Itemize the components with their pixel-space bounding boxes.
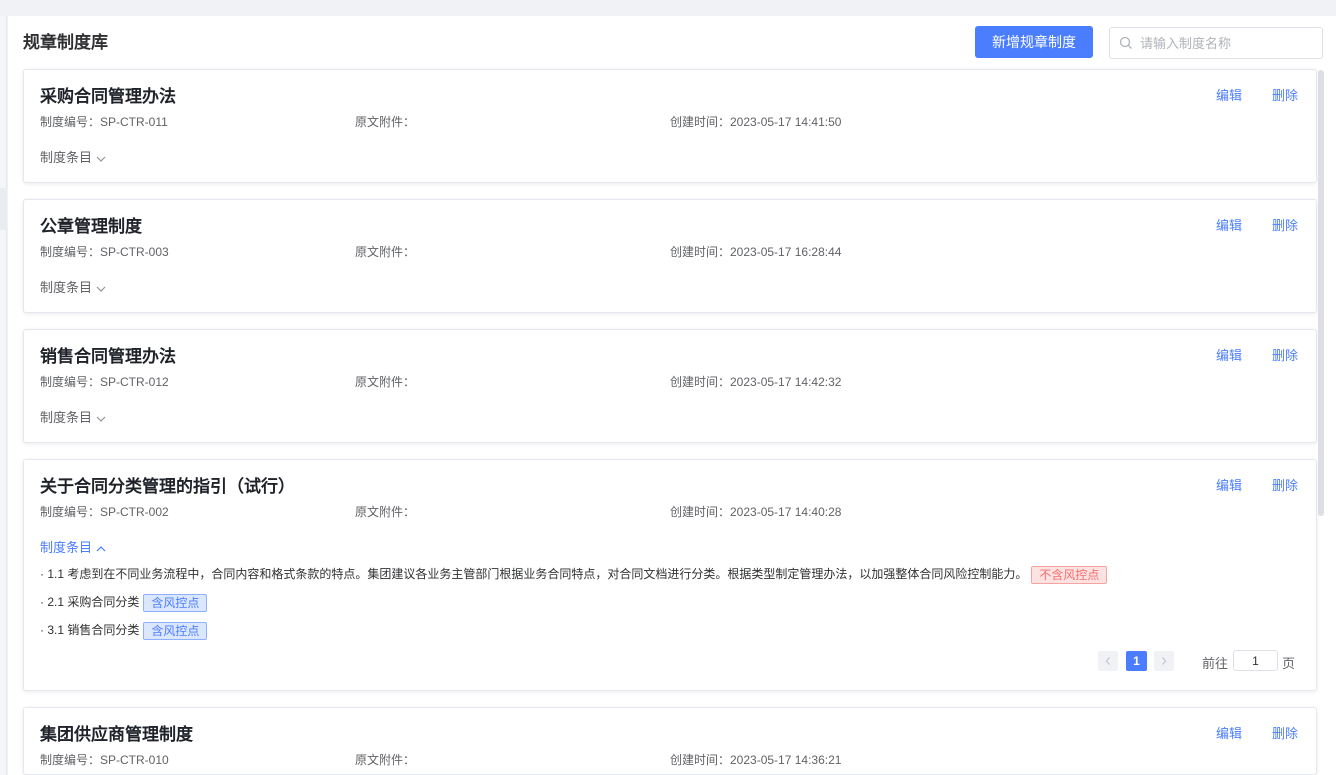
regulation-title: 关于合同分类管理的指引（试行） [40, 477, 295, 496]
side-nav-active-mark [0, 188, 7, 230]
delete-link[interactable]: 删除 [1272, 726, 1298, 742]
delete-link[interactable]: 删除 [1272, 478, 1298, 494]
goto-unit: 页 [1282, 656, 1296, 671]
regulation-attachment: 原文附件： [355, 375, 416, 389]
regulation-item: · 1.1 考虑到在不同业务流程中，合同内容和格式条款的特点。集团建议各业务主管… [40, 565, 1108, 584]
regulation-created-time: 创建时间：2023-05-17 14:36:21 [670, 753, 842, 767]
prev-page-button[interactable] [1098, 651, 1118, 671]
regulation-card-expanded: 关于合同分类管理的指引（试行） 制度编号：SP-CTR-002 原文附件： 创建… [23, 459, 1317, 691]
items-toggle-label: 制度条目 [40, 540, 93, 555]
regulation-created-time: 创建时间：2023-05-17 14:41:50 [670, 115, 842, 129]
regulation-title: 公章管理制度 [40, 217, 142, 236]
regulation-code: 制度编号：SP-CTR-012 [40, 375, 169, 389]
chevron-down-icon [96, 156, 106, 162]
delete-link[interactable]: 删除 [1272, 218, 1298, 234]
regulation-card: 集团供应商管理制度 制度编号：SP-CTR-010 原文附件： 创建时间：202… [23, 707, 1317, 775]
regulation-card: 采购合同管理办法 制度编号：SP-CTR-011 原文附件： 创建时间：2023… [23, 69, 1317, 183]
chevron-down-icon [96, 286, 106, 292]
regulation-created-time: 创建时间：2023-05-17 14:42:32 [670, 375, 842, 389]
goto-page-input[interactable] [1233, 650, 1278, 671]
delete-link[interactable]: 删除 [1272, 88, 1298, 104]
regulation-attachment: 原文附件： [355, 115, 416, 129]
items-toggle-label: 制度条目 [40, 150, 93, 165]
regulation-title: 集团供应商管理制度 [40, 725, 193, 744]
goto-label: 前往 [1202, 656, 1229, 671]
items-toggle[interactable]: 制度条目 [40, 280, 106, 296]
risk-point-tag: 含风控点 [143, 593, 208, 612]
search-input[interactable] [1140, 28, 1320, 58]
items-toggle[interactable]: 制度条目 [40, 410, 106, 426]
regulation-item-text: · 2.1 采购合同分类 [40, 595, 140, 609]
search-icon [1119, 36, 1132, 49]
regulation-code: 制度编号：SP-CTR-002 [40, 505, 169, 519]
regulation-created-time: 创建时间：2023-05-17 14:40:28 [670, 505, 842, 519]
regulation-title: 销售合同管理办法 [40, 347, 176, 366]
search-box[interactable] [1109, 27, 1323, 59]
chevron-left-icon [1105, 657, 1110, 665]
delete-link[interactable]: 删除 [1272, 348, 1298, 364]
edit-link[interactable]: 编辑 [1216, 88, 1242, 104]
regulation-created-time: 创建时间：2023-05-17 16:28:44 [670, 245, 842, 259]
chevron-up-icon [96, 545, 106, 551]
regulation-item-text: · 1.1 考虑到在不同业务流程中，合同内容和格式条款的特点。集团建议各业务主管… [40, 567, 1028, 581]
side-nav-strip [0, 16, 7, 775]
regulation-code: 制度编号：SP-CTR-011 [40, 115, 168, 129]
chevron-down-icon [96, 416, 106, 422]
regulation-attachment: 原文附件： [355, 245, 416, 259]
next-page-button[interactable] [1154, 651, 1174, 671]
main-panel: 规章制度库 新增规章制度 采购合同管理办法 制度编号：SP-CTR-011 原文… [8, 16, 1336, 775]
items-toggle[interactable]: 制度条目 [40, 150, 106, 166]
chevron-right-icon [1162, 657, 1167, 665]
no-risk-point-tag: 不含风控点 [1031, 565, 1108, 584]
regulation-attachment: 原文附件： [355, 753, 416, 767]
items-toggle[interactable]: 制度条目 [40, 540, 106, 556]
risk-point-tag: 含风控点 [143, 621, 208, 640]
regulation-code: 制度编号：SP-CTR-010 [40, 753, 169, 767]
regulation-item: · 3.1 销售合同分类 含风控点 [40, 621, 208, 640]
regulation-title: 采购合同管理办法 [40, 87, 176, 106]
add-regulation-button[interactable]: 新增规章制度 [975, 26, 1093, 58]
regulation-card: 销售合同管理办法 制度编号：SP-CTR-012 原文附件： 创建时间：2023… [23, 329, 1317, 443]
edit-link[interactable]: 编辑 [1216, 726, 1242, 742]
page-number-current[interactable]: 1 [1126, 651, 1147, 671]
items-toggle-label: 制度条目 [40, 410, 93, 425]
edit-link[interactable]: 编辑 [1216, 218, 1242, 234]
regulation-item-text: · 3.1 销售合同分类 [40, 623, 140, 637]
top-band [0, 0, 1336, 16]
edit-link[interactable]: 编辑 [1216, 348, 1242, 364]
edit-link[interactable]: 编辑 [1216, 478, 1242, 494]
regulation-attachment: 原文附件： [355, 505, 416, 519]
regulation-code: 制度编号：SP-CTR-003 [40, 245, 169, 259]
page-title: 规章制度库 [23, 33, 108, 52]
scrollbar[interactable] [1318, 70, 1324, 516]
regulation-item: · 2.1 采购合同分类 含风控点 [40, 593, 208, 612]
regulation-card: 公章管理制度 制度编号：SP-CTR-003 原文附件： 创建时间：2023-0… [23, 199, 1317, 313]
items-toggle-label: 制度条目 [40, 280, 93, 295]
